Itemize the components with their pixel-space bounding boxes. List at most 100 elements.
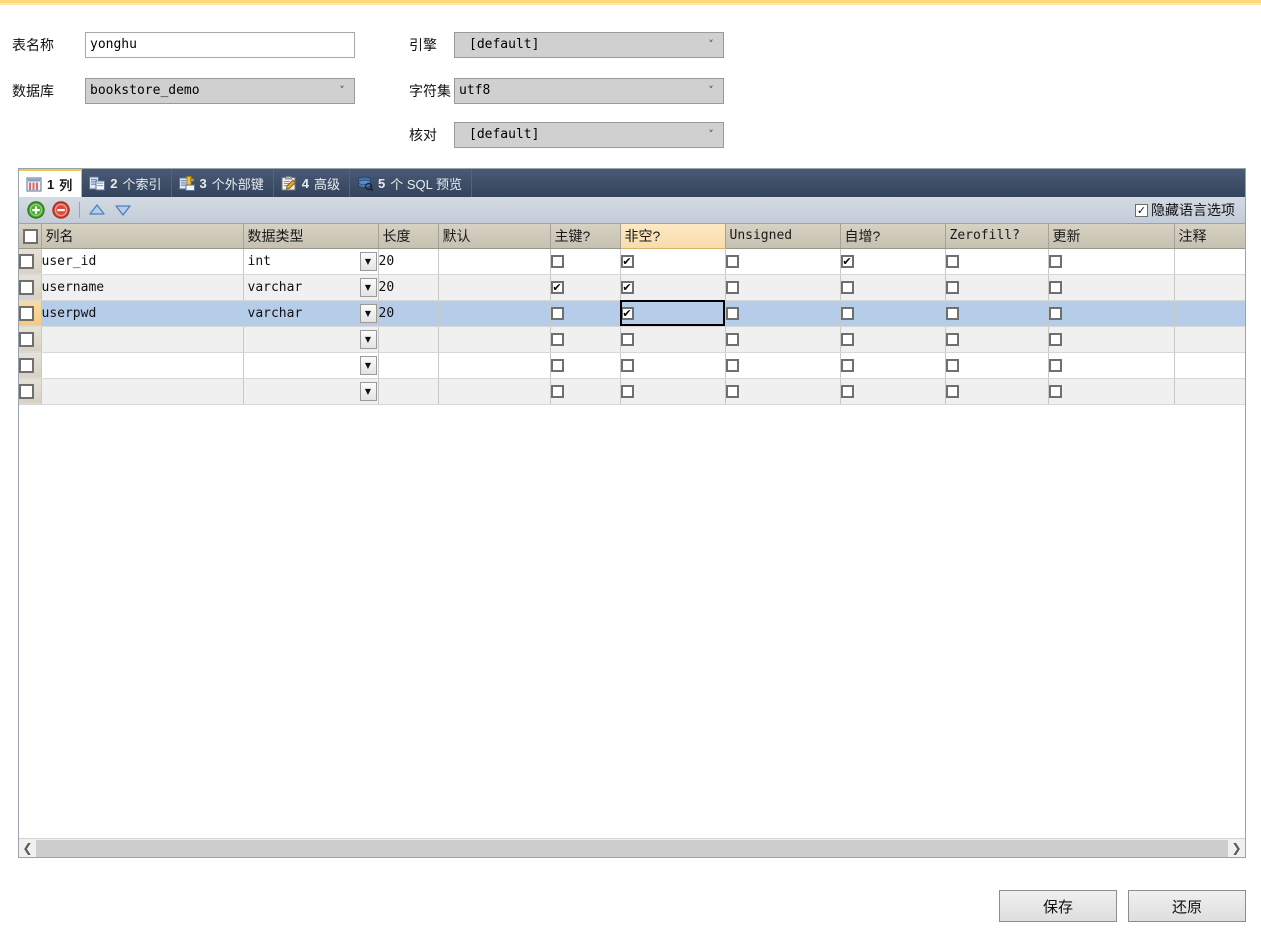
select-all-checkbox[interactable]: [23, 229, 38, 245]
cell-comment[interactable]: [1174, 248, 1245, 275]
data-type-dropdown-icon[interactable]: ▼: [359, 303, 377, 323]
cell-unsigned[interactable]: [725, 274, 841, 301]
cell-update[interactable]: [1048, 300, 1175, 327]
move-down-button[interactable]: [113, 200, 133, 220]
cell-update[interactable]: [1048, 326, 1175, 353]
cell-autoinc[interactable]: ✔: [840, 248, 946, 275]
row-select-checkbox[interactable]: [19, 331, 34, 347]
row-select-checkbox[interactable]: [19, 305, 34, 321]
unsigned-checkbox[interactable]: [725, 280, 739, 294]
cell-comment[interactable]: [1174, 274, 1245, 301]
column-header-name[interactable]: 列名: [41, 224, 244, 249]
charset-select[interactable]: utf8 ˅: [454, 78, 724, 104]
cell-default[interactable]: [438, 248, 551, 275]
cell-pk[interactable]: ✔: [550, 274, 621, 301]
cell-update[interactable]: [1048, 378, 1175, 405]
row-select-checkbox[interactable]: [19, 383, 34, 399]
data-type-dropdown-icon[interactable]: ▼: [359, 355, 377, 375]
table-row[interactable]: userpwd varchar ▼ 20 ✔: [19, 300, 1245, 327]
column-header-unsigned[interactable]: Unsigned: [725, 224, 841, 249]
move-up-button[interactable]: [87, 200, 107, 220]
row-select-checkbox[interactable]: [19, 253, 34, 269]
row-select-cell[interactable]: [19, 274, 42, 301]
cell-pk[interactable]: [550, 326, 621, 353]
cell-type[interactable]: ▼: [243, 378, 379, 405]
table-row[interactable]: ▼: [19, 352, 1245, 379]
notnull-checkbox[interactable]: [620, 358, 634, 372]
pk-checkbox[interactable]: [550, 254, 564, 268]
update-checkbox[interactable]: [1048, 306, 1062, 320]
add-column-button[interactable]: [25, 199, 47, 221]
save-button[interactable]: 保存: [999, 890, 1117, 922]
hide-language-options-toggle[interactable]: ✓ 隐藏语言选项: [1135, 200, 1239, 220]
scrollbar-track[interactable]: [36, 839, 1228, 857]
cell-pk[interactable]: [550, 248, 621, 275]
cell-name[interactable]: [41, 326, 244, 353]
update-checkbox[interactable]: [1048, 384, 1062, 398]
row-select-checkbox[interactable]: [19, 357, 34, 373]
cell-type[interactable]: varchar ▼: [243, 274, 379, 301]
cell-zerofill[interactable]: [945, 352, 1049, 379]
collation-select[interactable]: [default] ˅: [454, 122, 724, 148]
cell-unsigned[interactable]: [725, 378, 841, 405]
cell-zerofill[interactable]: [945, 378, 1049, 405]
update-checkbox[interactable]: [1048, 358, 1062, 372]
table-row[interactable]: ▼: [19, 378, 1245, 405]
cell-unsigned[interactable]: [725, 352, 841, 379]
cell-unsigned[interactable]: [725, 300, 841, 327]
cell-length[interactable]: 20: [378, 300, 439, 327]
cell-length[interactable]: [378, 378, 439, 405]
cell-default[interactable]: [438, 326, 551, 353]
row-select-cell[interactable]: [19, 352, 42, 379]
unsigned-checkbox[interactable]: [725, 358, 739, 372]
update-checkbox[interactable]: [1048, 254, 1062, 268]
tab-columns[interactable]: 1列: [19, 169, 83, 197]
cell-update[interactable]: [1048, 352, 1175, 379]
cell-length[interactable]: [378, 326, 439, 353]
tab-advanced[interactable]: 4 高级: [274, 169, 350, 197]
revert-button[interactable]: 还原: [1128, 890, 1246, 922]
zerofill-checkbox[interactable]: [945, 254, 959, 268]
notnull-checkbox[interactable]: [620, 384, 634, 398]
unsigned-checkbox[interactable]: [725, 254, 739, 268]
update-checkbox[interactable]: [1048, 280, 1062, 294]
scroll-right-arrow-icon[interactable]: ❯: [1228, 839, 1245, 857]
data-type-dropdown-icon[interactable]: ▼: [359, 329, 377, 349]
pk-checkbox[interactable]: [550, 306, 564, 320]
row-select-cell[interactable]: [19, 300, 42, 327]
column-header-comment[interactable]: 注释: [1174, 224, 1245, 249]
unsigned-checkbox[interactable]: [725, 384, 739, 398]
cell-type[interactable]: ▼: [243, 326, 379, 353]
column-header-notnull[interactable]: 非空?: [620, 224, 726, 249]
cell-unsigned[interactable]: [725, 326, 841, 353]
horizontal-scrollbar[interactable]: ❮ ❯: [19, 838, 1245, 857]
column-header-default[interactable]: 默认: [438, 224, 551, 249]
row-select-cell[interactable]: [19, 378, 42, 405]
table-name-input[interactable]: yonghu: [85, 32, 355, 58]
data-type-dropdown-icon[interactable]: ▼: [359, 277, 377, 297]
unsigned-checkbox[interactable]: [725, 306, 739, 320]
data-type-dropdown-icon[interactable]: ▼: [359, 381, 377, 401]
cell-zerofill[interactable]: [945, 300, 1049, 327]
cell-notnull[interactable]: ✔: [620, 248, 726, 275]
autoinc-checkbox[interactable]: [840, 332, 854, 346]
cell-comment[interactable]: [1174, 352, 1245, 379]
notnull-checkbox[interactable]: ✔: [620, 306, 634, 320]
cell-pk[interactable]: [550, 352, 621, 379]
table-row[interactable]: user_id int ▼ 20 ✔ ✔: [19, 248, 1245, 275]
notnull-checkbox[interactable]: ✔: [620, 280, 634, 294]
zerofill-checkbox[interactable]: [945, 384, 959, 398]
cell-name[interactable]: [41, 352, 244, 379]
cell-notnull[interactable]: [620, 378, 726, 405]
cell-pk[interactable]: [550, 300, 621, 327]
cell-notnull[interactable]: ✔: [620, 274, 726, 301]
zerofill-checkbox[interactable]: [945, 358, 959, 372]
notnull-checkbox[interactable]: ✔: [620, 254, 634, 268]
cell-comment[interactable]: [1174, 326, 1245, 353]
cell-name[interactable]: userpwd: [41, 300, 244, 327]
row-select-cell[interactable]: [19, 248, 42, 275]
pk-checkbox[interactable]: [550, 358, 564, 372]
unsigned-checkbox[interactable]: [725, 332, 739, 346]
tab-index[interactable]: 2 个索引: [82, 169, 172, 197]
scroll-left-arrow-icon[interactable]: ❮: [19, 839, 36, 857]
